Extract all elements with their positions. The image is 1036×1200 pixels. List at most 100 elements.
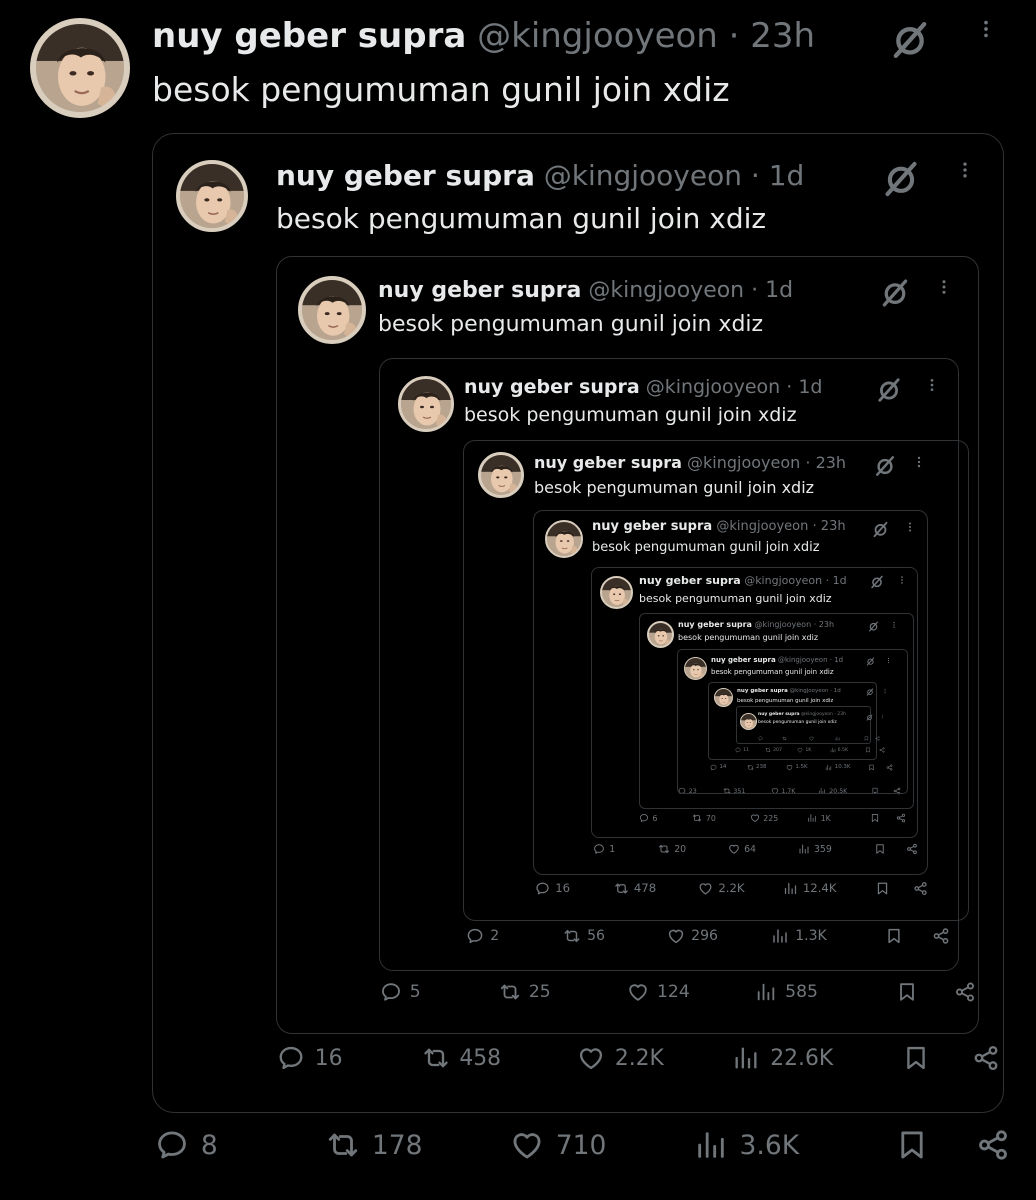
- bookmark-button[interactable]: [864, 736, 869, 741]
- share-button[interactable]: [886, 763, 893, 771]
- timestamp[interactable]: 1d: [833, 574, 847, 587]
- like-button[interactable]: 64: [728, 843, 756, 855]
- repost-button[interactable]: 207: [765, 747, 782, 753]
- timestamp[interactable]: 1d: [798, 376, 822, 398]
- author-handle[interactable]: @kingjooyeon: [544, 159, 742, 192]
- reply-button[interactable]: 8: [155, 1128, 218, 1162]
- reply-button[interactable]: [758, 736, 765, 741]
- like-button[interactable]: 710: [510, 1128, 606, 1162]
- share-button[interactable]: [954, 981, 976, 1003]
- author-name[interactable]: nuy geber supra: [639, 574, 741, 587]
- author-name[interactable]: nuy geber supra: [378, 278, 581, 303]
- more-options-icon[interactable]: [924, 377, 940, 393]
- author-handle[interactable]: @kingjooyeon: [778, 656, 828, 664]
- author-name[interactable]: nuy geber supra: [758, 712, 800, 717]
- avatar[interactable]: [684, 657, 707, 680]
- views-button[interactable]: 359: [798, 843, 832, 855]
- views-button[interactable]: 585: [755, 981, 818, 1003]
- views-button[interactable]: 10.3K: [825, 764, 850, 771]
- avatar[interactable]: [740, 713, 757, 730]
- author-handle[interactable]: @kingjooyeon: [687, 453, 800, 472]
- grok-icon[interactable]: [872, 521, 889, 538]
- grok-icon[interactable]: [866, 688, 874, 696]
- author-name[interactable]: nuy geber supra: [711, 656, 776, 664]
- repost-button[interactable]: [782, 736, 789, 741]
- repost-button[interactable]: 56: [563, 927, 605, 945]
- like-button[interactable]: 296: [667, 927, 718, 945]
- views-button[interactable]: 1K: [807, 813, 831, 823]
- more-options-icon[interactable]: [912, 455, 926, 469]
- avatar[interactable]: [545, 520, 583, 558]
- timestamp[interactable]: 23h: [821, 519, 846, 534]
- share-button[interactable]: [875, 735, 880, 741]
- views-button[interactable]: 1.3K: [771, 927, 827, 945]
- like-button[interactable]: 1K: [797, 747, 811, 753]
- bookmark-button[interactable]: [895, 1128, 929, 1162]
- author-handle[interactable]: @kingjooyeon: [588, 278, 744, 303]
- grok-icon[interactable]: [866, 657, 875, 666]
- author-name[interactable]: nuy geber supra: [592, 519, 712, 534]
- author-handle[interactable]: @kingjooyeon: [755, 620, 812, 629]
- share-button[interactable]: [879, 747, 885, 753]
- reply-button[interactable]: 16: [277, 1044, 343, 1072]
- bookmark-button[interactable]: [902, 1044, 930, 1072]
- share-button[interactable]: [913, 881, 928, 896]
- avatar[interactable]: [600, 576, 633, 609]
- author-name[interactable]: nuy geber supra: [678, 620, 752, 629]
- author-name[interactable]: nuy geber supra: [152, 16, 466, 56]
- like-button[interactable]: 1.5K: [786, 764, 808, 771]
- bookmark-button[interactable]: [885, 927, 903, 945]
- bookmark-button[interactable]: [896, 981, 918, 1003]
- repost-button[interactable]: 20: [658, 843, 686, 855]
- more-options-icon[interactable]: [897, 575, 907, 585]
- more-options-icon[interactable]: [885, 657, 892, 664]
- author-handle[interactable]: @kingjooyeon: [790, 688, 829, 694]
- author-name[interactable]: nuy geber supra: [276, 159, 535, 192]
- author-handle[interactable]: @kingjooyeon: [801, 712, 833, 717]
- avatar[interactable]: [647, 621, 674, 648]
- grok-icon[interactable]: [870, 575, 884, 589]
- repost-button[interactable]: 238: [747, 764, 766, 771]
- timestamp[interactable]: 23h: [819, 620, 834, 629]
- timestamp[interactable]: 1d: [769, 159, 805, 192]
- share-button[interactable]: [896, 813, 906, 823]
- reply-button[interactable]: 2: [466, 927, 499, 945]
- author-handle[interactable]: @kingjooyeon: [646, 376, 781, 398]
- grok-icon[interactable]: [866, 714, 873, 721]
- avatar[interactable]: [298, 276, 366, 344]
- like-button[interactable]: 2.2K: [698, 881, 745, 896]
- grok-icon[interactable]: [890, 20, 930, 60]
- share-button[interactable]: [906, 843, 918, 855]
- repost-button[interactable]: 178: [326, 1128, 423, 1162]
- author-name[interactable]: nuy geber supra: [737, 688, 788, 694]
- bookmark-button[interactable]: [868, 764, 875, 771]
- bookmark-button[interactable]: [865, 747, 871, 753]
- repost-button[interactable]: 478: [614, 881, 656, 896]
- more-options-icon[interactable]: [955, 160, 975, 180]
- more-options-icon[interactable]: [880, 714, 885, 719]
- avatar[interactable]: [30, 18, 130, 118]
- more-options-icon[interactable]: [975, 18, 997, 40]
- author-name[interactable]: nuy geber supra: [534, 453, 682, 472]
- timestamp[interactable]: 23h: [816, 453, 847, 472]
- like-button[interactable]: 2.2K: [577, 1044, 664, 1072]
- timestamp[interactable]: 23h: [750, 16, 815, 56]
- timestamp[interactable]: 1d: [834, 656, 843, 664]
- views-button[interactable]: 6.5K: [830, 747, 848, 753]
- author-handle[interactable]: @kingjooyeon: [716, 519, 808, 534]
- timestamp[interactable]: 1d: [765, 278, 793, 303]
- like-button[interactable]: 124: [627, 981, 690, 1003]
- reply-button[interactable]: 5: [380, 981, 421, 1003]
- more-options-icon[interactable]: [882, 688, 888, 694]
- views-button[interactable]: 3.6K: [694, 1128, 799, 1162]
- share-button[interactable]: [932, 927, 950, 945]
- repost-button[interactable]: 25: [499, 981, 551, 1003]
- avatar[interactable]: [398, 376, 454, 432]
- grok-icon[interactable]: [882, 160, 920, 198]
- like-button[interactable]: 225: [750, 813, 778, 823]
- timestamp[interactable]: 23h: [837, 712, 846, 717]
- more-options-icon[interactable]: [890, 621, 898, 629]
- author-handle[interactable]: @kingjooyeon: [744, 574, 822, 587]
- more-options-icon[interactable]: [904, 521, 916, 533]
- repost-button[interactable]: 458: [422, 1044, 501, 1072]
